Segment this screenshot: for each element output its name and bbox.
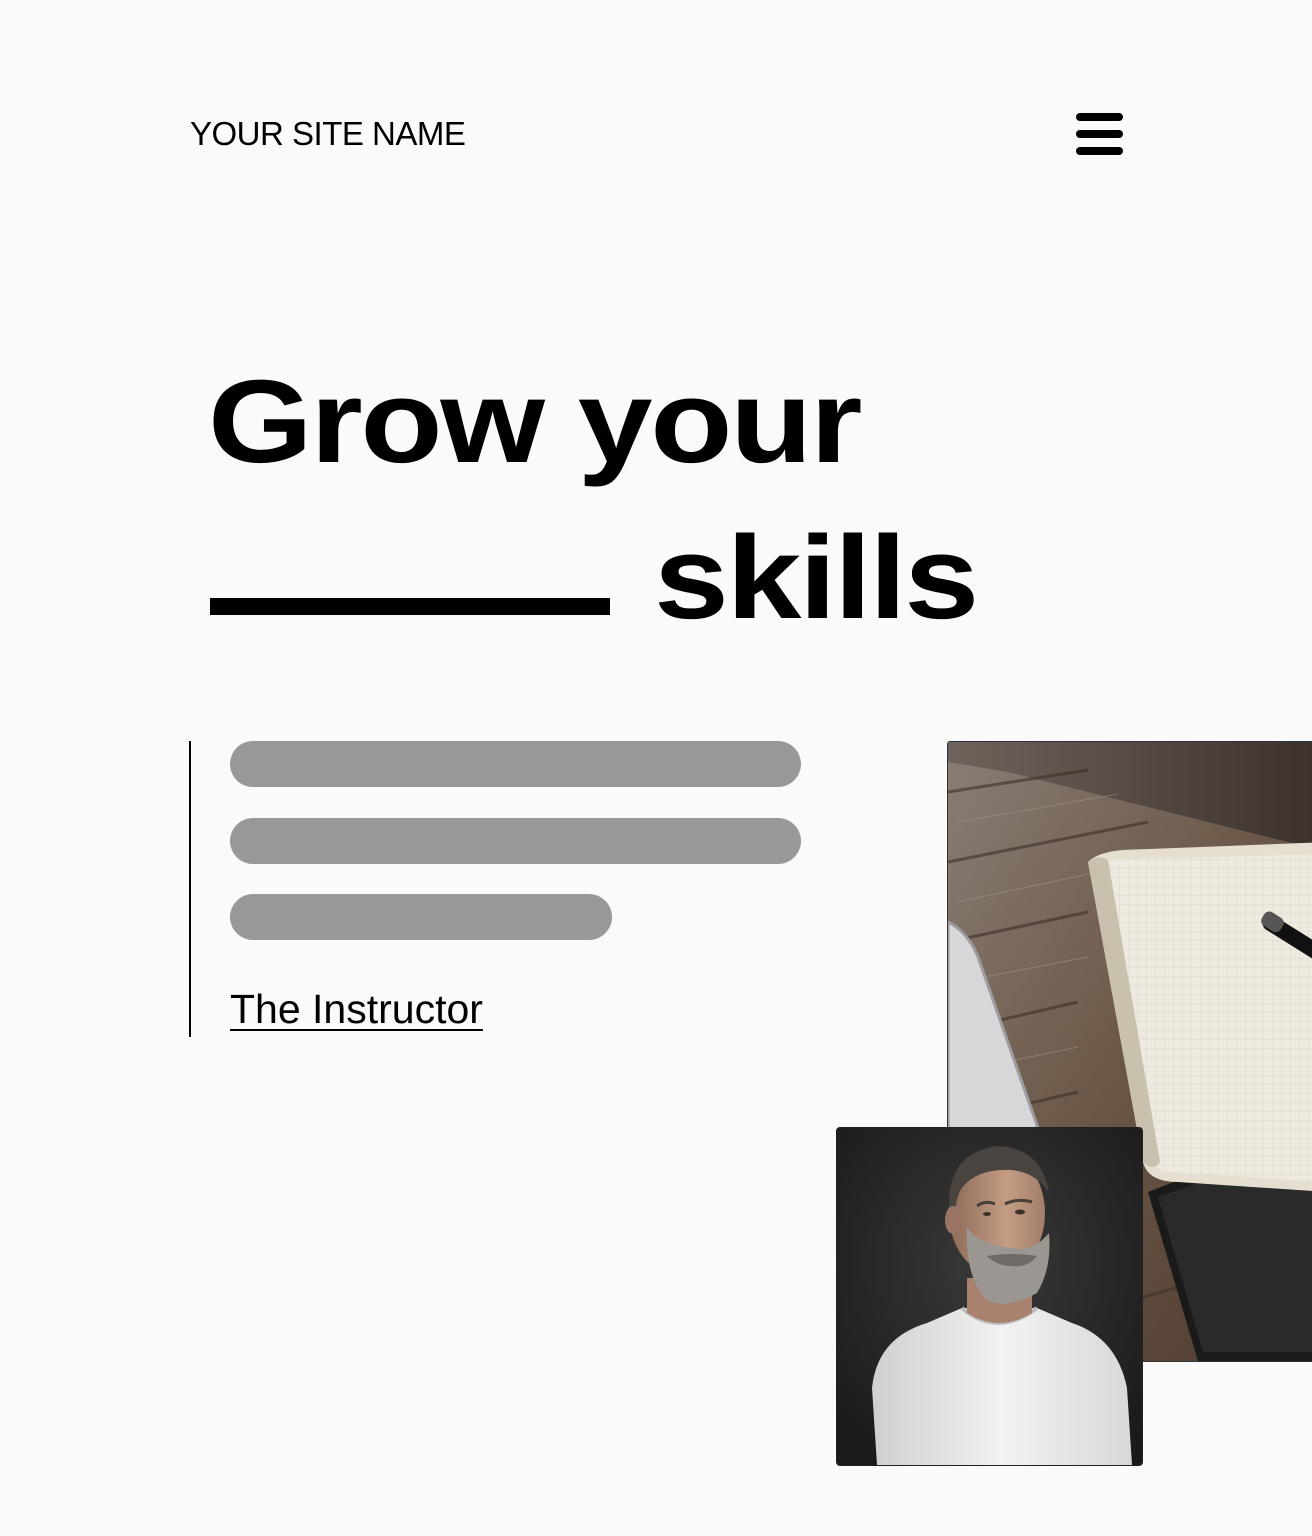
instructor-link[interactable]: The Instructor (230, 984, 483, 1034)
text-placeholder-line (230, 741, 801, 787)
instructor-portrait-photo (836, 1127, 1143, 1466)
headline-blank-bar (210, 598, 610, 615)
text-placeholder-line (230, 894, 612, 940)
hamburger-menu-icon[interactable] (1076, 113, 1123, 155)
quote-divider (189, 741, 191, 1037)
text-placeholder-line (230, 818, 801, 864)
site-name[interactable]: YOUR SITE NAME (190, 114, 466, 154)
headline-line-1: Grow your (208, 356, 862, 488)
headline-line-2: skills (654, 512, 979, 644)
